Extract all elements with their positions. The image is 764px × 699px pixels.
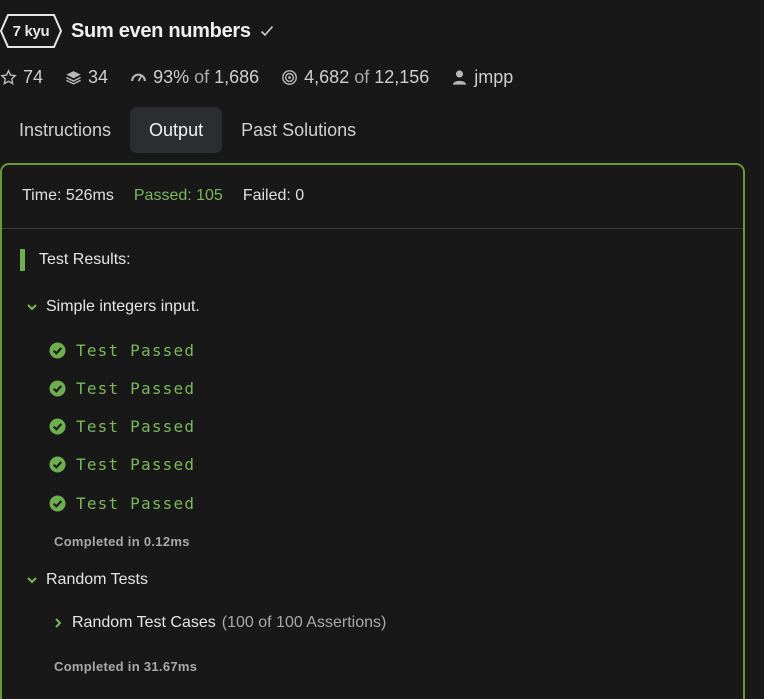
test-result-text: Test Passed xyxy=(76,455,196,474)
gauge-icon xyxy=(131,73,146,81)
results-accent-bar xyxy=(20,249,25,271)
tab-instructions[interactable]: Instructions xyxy=(0,107,130,153)
test-result-text: Test Passed xyxy=(76,341,196,360)
completed-count: 4,682 xyxy=(304,66,350,87)
output-panel: Time: 526ms Passed: 105 Failed: 0 Test R… xyxy=(0,163,745,699)
check-circle-icon xyxy=(49,456,66,473)
tab-output[interactable]: Output xyxy=(130,107,223,153)
author-stat[interactable]: jmpp xyxy=(451,67,513,88)
stack-icon xyxy=(66,70,81,85)
subgroup-name: Random Test Cases xyxy=(72,614,216,631)
check-circle-icon xyxy=(49,380,66,397)
failed-count: Failed: 0 xyxy=(242,187,305,204)
check-circle-icon xyxy=(49,418,66,435)
user-icon xyxy=(453,69,467,85)
tab-past-solutions[interactable]: Past Solutions xyxy=(222,107,375,153)
of-label-2: of xyxy=(354,66,370,87)
group-completed-time: Completed in 0.12ms xyxy=(54,534,190,549)
rank-badge: 7 kyu xyxy=(0,14,62,48)
check-circle-icon xyxy=(49,495,66,512)
kata-output-page: 7 kyu Sum even numbers 74 34 93% of 1,68… xyxy=(0,0,764,699)
test-result-item: Test Passed xyxy=(49,455,195,474)
star-icon xyxy=(0,68,17,85)
assertion-count: (100 of 100 Assertions) xyxy=(221,614,387,631)
passed-count: Passed: 105 xyxy=(133,187,223,204)
satisfaction-percent: 93% xyxy=(153,66,190,87)
attempts-count: 12,156 xyxy=(374,66,430,87)
summary-divider xyxy=(2,228,743,229)
test-group-name: Simple integers input. xyxy=(46,298,200,315)
run-summary: Time: 526ms Passed: 105 Failed: 0 xyxy=(22,187,324,205)
rank-label: 7 kyu xyxy=(12,22,50,40)
test-result-item: Test Passed xyxy=(49,417,195,436)
check-circle-icon xyxy=(49,342,66,359)
collections-count: 34 xyxy=(88,66,109,87)
test-results-title: Test Results: xyxy=(39,251,131,268)
stars-stat[interactable]: 74 xyxy=(0,67,43,88)
test-result-item: Test Passed xyxy=(49,379,195,398)
run-time: Time: 526ms xyxy=(22,187,114,204)
test-group-random[interactable]: Random Tests xyxy=(26,571,148,589)
kata-tabs: Instructions Output Past Solutions xyxy=(0,107,375,153)
test-group-name: Random Tests xyxy=(46,571,148,588)
chevron-down-icon xyxy=(27,304,37,311)
satisfaction-stat: 93% of 1,686 xyxy=(130,67,259,88)
of-label: of xyxy=(194,66,210,87)
completed-stat: 4,682 of 12,156 xyxy=(281,67,429,88)
kata-header: 7 kyu Sum even numbers xyxy=(0,14,274,48)
stars-count: 74 xyxy=(23,66,44,87)
collections-stat[interactable]: 34 xyxy=(65,67,108,88)
target-icon xyxy=(282,69,298,85)
test-result-text: Test Passed xyxy=(76,494,196,513)
test-results-heading: Test Results: xyxy=(20,248,131,272)
check-icon xyxy=(260,25,273,37)
group-completed-time: Completed in 31.67ms xyxy=(54,659,198,674)
author-name: jmpp xyxy=(474,66,514,87)
test-result-item: Test Passed xyxy=(49,494,195,513)
test-group-simple[interactable]: Simple integers input. xyxy=(26,298,200,316)
test-subgroup-random-cases[interactable]: Random Test Cases (100 of 100 Assertions… xyxy=(52,614,386,632)
votes-count: 1,686 xyxy=(214,66,260,87)
test-result-item: Test Passed xyxy=(49,341,195,360)
test-result-text: Test Passed xyxy=(76,417,196,436)
chevron-down-icon xyxy=(27,577,37,584)
kata-stats: 74 34 93% of 1,686 4,682 of 12,156 jmpp xyxy=(0,64,535,90)
kata-title[interactable]: Sum even numbers xyxy=(71,20,251,43)
test-result-text: Test Passed xyxy=(76,379,196,398)
chevron-right-icon xyxy=(55,618,62,628)
